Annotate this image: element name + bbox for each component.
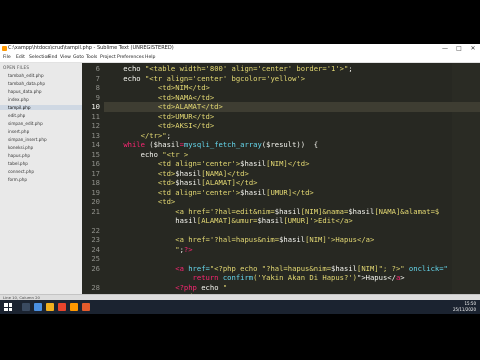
menu-preferences[interactable]: Preferences <box>117 55 144 60</box>
code-line: hasil[ALAMAT]&umur=$hasil[UMUR]'>Edit</a… <box>106 216 353 225</box>
sidebar-file-item[interactable]: koneksi.php <box>8 145 33 150</box>
code-line: <a href='?hal=edit&nim=$hasil[NIM]&nama=… <box>106 206 440 216</box>
sidebar-file-item[interactable]: simpan_edit.php <box>8 121 43 126</box>
line-number: 7 <box>95 73 100 83</box>
sublime-app-icon <box>2 46 7 51</box>
sidebar-file-item[interactable]: index.php <box>8 97 29 102</box>
line-number: 23 <box>91 235 100 244</box>
sidebar-file-item[interactable]: form.php <box>8 177 27 182</box>
sidebar-file-item[interactable]: tambah_edit.php <box>8 73 44 78</box>
menu-bar: File Edit Selection Find View Goto Tools… <box>0 54 480 63</box>
minimize-button[interactable]: — <box>438 44 452 54</box>
code-line: <td align='center'>$hasil[NIM]</td> <box>106 159 310 168</box>
sublime-text-icon[interactable] <box>70 303 78 311</box>
line-number: 22 <box>91 225 100 235</box>
line-number: 8 <box>95 83 100 92</box>
line-number: 14 <box>91 140 100 149</box>
menu-project[interactable]: Project <box>100 55 116 60</box>
sidebar-file-item[interactable]: edit.php <box>8 113 25 118</box>
line-number: 13 <box>91 130 100 140</box>
windows-start-icon[interactable] <box>4 303 12 311</box>
line-number: 25 <box>91 254 100 263</box>
line-number: 15 <box>91 149 100 159</box>
chrome-icon[interactable] <box>58 303 66 311</box>
windows-taskbar: 15:50 25/11/2020 <box>0 300 480 314</box>
sidebar-file-item[interactable]: hapus.php <box>8 153 30 158</box>
line-number: 17 <box>91 168 100 178</box>
line-number: 12 <box>91 121 100 130</box>
maximize-button[interactable]: □ <box>452 44 466 54</box>
sidebar: OPEN FILES tambah_edit.php tambah_data.p… <box>0 63 83 294</box>
code-line: while ($hasil=mysqli_fetch_array($result… <box>123 140 319 149</box>
line-number: 18 <box>91 178 100 187</box>
line-number: 19 <box>91 187 100 197</box>
code-line: <a href='?hal=hapus&nim=$hasil[NIM]'>Hap… <box>106 235 375 244</box>
line-number: 16 <box>91 159 100 168</box>
menu-goto[interactable]: Goto <box>73 55 84 60</box>
minimap[interactable] <box>452 63 480 294</box>
sidebar-file-item[interactable]: tabel.php <box>8 161 28 166</box>
file-explorer-icon[interactable] <box>46 303 54 311</box>
menu-find[interactable]: Find <box>48 55 57 60</box>
code-line: </tr>"; <box>106 130 171 140</box>
line-number: 11 <box>91 111 100 121</box>
window-title: C:\xampp\htdocs\crud\tampil.php - Sublim… <box>8 45 174 51</box>
code-line: <td>$hasil[NAMA]</td> <box>106 168 249 178</box>
line-number: 21 <box>91 206 100 216</box>
tray-date: 25/11/2020 <box>452 306 476 312</box>
code-line: <td>UMUR</td> <box>106 111 215 121</box>
sidebar-file-item[interactable]: connect.php <box>8 169 34 174</box>
code-line: return confirm('Yakin Akan Di Hapus?')">… <box>192 273 405 282</box>
menu-edit[interactable]: Edit <box>16 55 25 60</box>
line-number: 26 <box>91 263 100 273</box>
code-line: <td>$hasil[ALAMAT]</td> <box>106 178 258 187</box>
code-line: echo "<table width='800' align='center' … <box>106 64 353 73</box>
sublime-window: C:\xampp\htdocs\crud\tampil.php - Sublim… <box>0 44 480 314</box>
code-line: <td> <box>106 197 176 206</box>
code-line: <a href="<?php echo "?hal=hapus&nim=$has… <box>106 263 448 273</box>
system-tray-clock[interactable]: 15:50 25/11/2020 <box>453 301 476 312</box>
search-icon[interactable] <box>22 303 30 311</box>
code-line: echo "<tr align='center' bgcolor='yellow… <box>106 73 306 83</box>
sidebar-file-item-active[interactable]: tampil.php <box>0 105 82 110</box>
line-number: 24 <box>91 244 100 254</box>
code-line: <td>NIM</td> <box>106 83 210 92</box>
code-line: <td align='center'>$hasil[UMUR]</td> <box>106 187 314 197</box>
line-number: 9 <box>95 92 100 102</box>
code-line: <td>ALAMAT</td> <box>106 102 223 111</box>
menu-help[interactable]: Help <box>145 55 155 60</box>
code-line: echo "<tr > <box>106 149 189 159</box>
sidebar-file-item[interactable]: simpan_insert.php <box>8 137 47 142</box>
code-line: <td>AKSI</td> <box>106 121 215 130</box>
sidebar-header: OPEN FILES <box>3 65 30 70</box>
sidebar-file-item[interactable]: insert.php <box>8 129 29 134</box>
line-number: 6 <box>95 64 100 73</box>
menu-view[interactable]: View <box>60 55 71 60</box>
line-number: 28 <box>91 282 100 292</box>
close-button[interactable]: ✕ <box>466 44 480 54</box>
xampp-icon[interactable] <box>82 303 90 311</box>
code-line: <?php echo " <box>175 282 228 292</box>
code-line: ";?> <box>106 244 193 254</box>
line-number: 20 <box>91 197 100 206</box>
task-view-icon[interactable] <box>34 303 42 311</box>
menu-tools[interactable]: Tools <box>86 55 97 60</box>
line-number-gutter: 6 7 8 9 10 11 12 13 14 15 16 17 18 19 20 21 22 23 24 25 26 28… <box>82 63 104 301</box>
line-number: 10 <box>91 102 100 111</box>
code-line: <td>NAMA</td> <box>106 92 215 102</box>
sidebar-file-item[interactable]: tambah_data.php <box>8 81 45 86</box>
menu-file[interactable]: File <box>3 55 11 60</box>
menu-selection[interactable]: Selection <box>29 55 50 60</box>
sidebar-file-item[interactable]: hapus_data.php <box>8 89 42 94</box>
